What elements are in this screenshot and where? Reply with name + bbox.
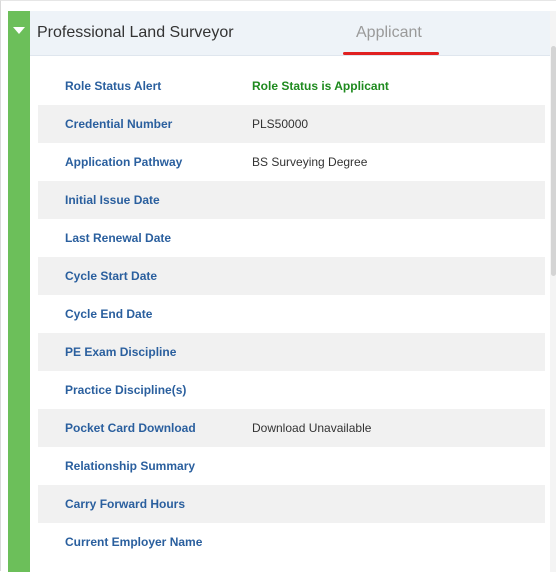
detail-row-cycle-end-date: Cycle End Date (38, 295, 545, 333)
detail-label: Practice Discipline(s) (65, 383, 187, 397)
detail-row-relationship-summary: Relationship Summary (38, 447, 545, 485)
detail-label: Current Employer Name (65, 535, 203, 549)
detail-list: Role Status Alert Role Status is Applica… (38, 67, 545, 561)
detail-row-initial-issue-date: Initial Issue Date (38, 181, 545, 219)
detail-value: BS Surveying Degree (252, 155, 368, 169)
detail-row-pocket-card-download: Pocket Card Download Download Unavailabl… (38, 409, 545, 447)
detail-label: Role Status Alert (65, 79, 162, 93)
caret-down-icon[interactable] (13, 27, 25, 34)
detail-label: PE Exam Discipline (65, 345, 177, 359)
vertical-scrollbar[interactable] (550, 11, 556, 572)
section-title: Professional Land Surveyor (37, 24, 234, 41)
detail-label: Cycle End Date (65, 307, 153, 321)
detail-label: Application Pathway (65, 155, 183, 169)
detail-row-practice-disciplines: Practice Discipline(s) (38, 371, 545, 409)
detail-row-carry-forward-hours: Carry Forward Hours (38, 485, 545, 523)
section-header[interactable]: Professional Land Surveyor Applicant (30, 11, 550, 56)
section-accent-bar (8, 11, 30, 572)
detail-row-credential-number: Credential Number PLS50000 (38, 105, 545, 143)
detail-label: Cycle Start Date (65, 269, 158, 283)
detail-row-cycle-start-date: Cycle Start Date (38, 257, 545, 295)
credential-panel: Professional Land Surveyor Applicant Rol… (0, 0, 556, 572)
detail-value: Download Unavailable (252, 421, 372, 435)
detail-label: Pocket Card Download (65, 421, 196, 435)
detail-label: Last Renewal Date (65, 231, 172, 245)
detail-label: Initial Issue Date (65, 193, 160, 207)
detail-label: Carry Forward Hours (65, 497, 186, 511)
status-badge: Applicant (356, 24, 422, 41)
detail-row-last-renewal-date: Last Renewal Date (38, 219, 545, 257)
scrollbar-thumb[interactable] (551, 46, 556, 276)
detail-row-role-status-alert: Role Status Alert Role Status is Applica… (38, 67, 545, 105)
detail-label: Credential Number (65, 117, 173, 131)
detail-label: Relationship Summary (65, 459, 196, 473)
detail-value-alert: Role Status is Applicant (252, 79, 389, 93)
status-annotation-underline (343, 52, 439, 55)
detail-value: PLS50000 (252, 117, 309, 131)
detail-row-application-pathway: Application Pathway BS Surveying Degree (38, 143, 545, 181)
detail-row-pe-exam-discipline: PE Exam Discipline (38, 333, 545, 371)
detail-row-current-employer-name: Current Employer Name (38, 523, 545, 561)
